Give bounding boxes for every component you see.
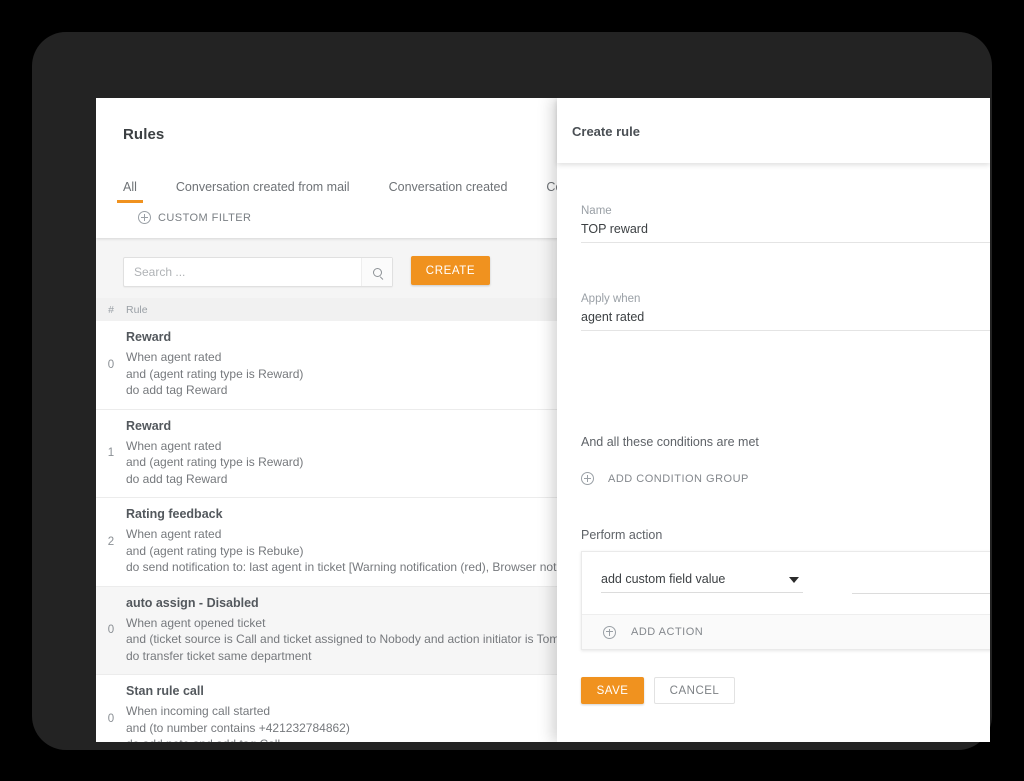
page-title: Rules [123, 126, 165, 143]
add-condition-group-label: ADD CONDITION GROUP [608, 472, 749, 485]
circle-plus-icon [581, 472, 594, 485]
rule-row-number: 2 [107, 535, 115, 548]
add-condition-group-button[interactable]: ADD CONDITION GROUP [581, 472, 749, 485]
search-icon [372, 267, 382, 277]
add-action-button[interactable]: ADD ACTION [582, 614, 990, 649]
conditions-heading: And all these conditions are met [581, 435, 759, 449]
circle-plus-icon [138, 211, 151, 224]
action-type-value: add custom field value [601, 572, 726, 586]
rule-row-number: 0 [107, 712, 115, 725]
cancel-button[interactable]: CANCEL [654, 677, 735, 704]
perform-action-heading: Perform action [581, 528, 663, 542]
name-field-group: Name TOP reward [581, 205, 990, 243]
modal-button-bar: SAVE CANCEL [581, 677, 735, 704]
tab-all[interactable]: All [117, 180, 143, 203]
action-row: add custom field value [582, 552, 990, 614]
screen: Rules All Conversation created from mail… [96, 98, 990, 742]
apply-when-label: Apply when [581, 293, 641, 305]
name-field-label: Name [581, 205, 612, 217]
rule-row-number: 1 [107, 447, 115, 460]
tabs-bar: All Conversation created from mail Conve… [117, 180, 615, 203]
rule-row-number: 0 [107, 358, 115, 371]
action-card: add custom field value ADD ACTION [581, 551, 990, 650]
create-rule-body: Name TOP reward Apply when agent rated A… [557, 163, 990, 742]
custom-filter-button[interactable]: CUSTOM FILTER [138, 211, 251, 224]
search-button[interactable] [361, 258, 392, 286]
custom-filter-label: CUSTOM FILTER [158, 211, 252, 224]
chevron-down-icon [789, 577, 799, 583]
add-action-label: ADD ACTION [631, 626, 704, 638]
column-header-rule: Rule [126, 303, 148, 316]
name-field[interactable]: TOP reward [581, 222, 990, 243]
create-rule-title: Create rule [572, 124, 640, 139]
tab-conversation-created-from-mail[interactable]: Conversation created from mail [176, 180, 350, 203]
search-box [123, 257, 393, 287]
rule-row-number: 0 [107, 624, 115, 637]
column-header-number: # [108, 303, 114, 316]
circle-plus-icon [603, 625, 616, 639]
apply-when-field[interactable]: agent rated [581, 310, 990, 331]
create-rule-header: Create rule [557, 98, 990, 163]
tab-conversation-created[interactable]: Conversation created [389, 180, 508, 203]
create-button[interactable]: CREATE [411, 256, 490, 285]
search-input[interactable] [124, 258, 361, 286]
device-frame: Rules All Conversation created from mail… [32, 32, 992, 750]
create-rule-panel: Create rule Name TOP reward Apply when a… [557, 98, 990, 742]
action-type-select[interactable]: add custom field value [601, 572, 803, 593]
action-value-input[interactable] [852, 572, 990, 594]
save-button[interactable]: SAVE [581, 677, 644, 704]
apply-when-field-group: Apply when agent rated [581, 293, 990, 331]
